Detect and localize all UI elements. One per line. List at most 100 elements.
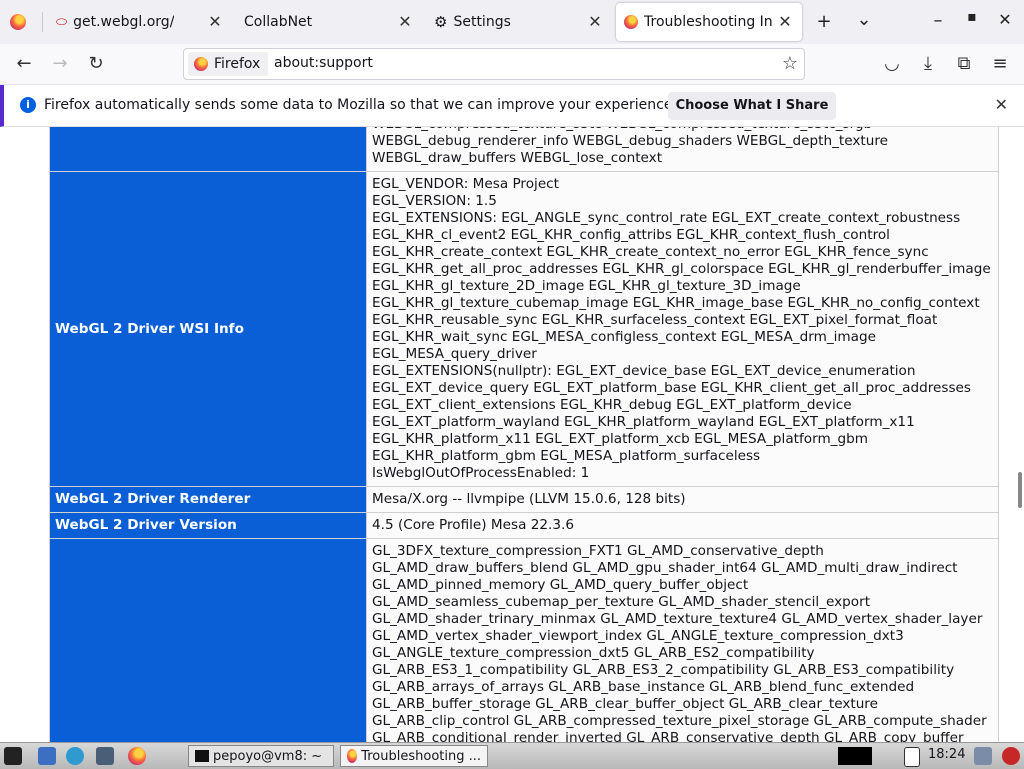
task-label: pepoyo@vm8: ~ bbox=[213, 748, 323, 764]
value-line: EGL_KHR_wait_sync EGL_MESA_configless_co… bbox=[372, 329, 876, 345]
firefox-launcher-icon[interactable] bbox=[128, 747, 146, 765]
value-line: GL_AMD_draw_buffers_blend GL_AMD_gpu_sha… bbox=[372, 560, 958, 576]
close-window-button[interactable]: ✕ bbox=[995, 10, 1015, 29]
value-line: WEBGL_debug_renderer_info WEBGL_debug_sh… bbox=[372, 133, 888, 149]
tab-label: Troubleshooting Info bbox=[644, 14, 772, 30]
row-value: 4.5 (Core Profile) Mesa 22.3.6 bbox=[366, 512, 999, 539]
tab-label: get.webgl.org/ bbox=[73, 14, 175, 30]
firefox-favicon-icon bbox=[624, 15, 638, 29]
task-label: Troubleshooting ... bbox=[361, 748, 481, 764]
value-line: GL_ARB_conditional_render_inverted GL_AR… bbox=[372, 730, 964, 742]
firefox-icon bbox=[347, 749, 358, 763]
tab-troubleshooting[interactable]: Troubleshooting Info ✕ bbox=[616, 3, 802, 41]
page-content: WEBGL_compressed_texture_s3tc WEBGL_comp… bbox=[0, 127, 1024, 742]
value-line: EGL_KHR_platform_gbm EGL_MESA_platform_s… bbox=[372, 448, 761, 464]
value-line: GL_ARB_ES3_1_compatibility GL_ARB_ES3_2_… bbox=[372, 662, 955, 678]
tab-strip: ⬭ get.webgl.org/ ✕ CollabNet ✕ ⚙ Setting… bbox=[0, 0, 1024, 44]
terminal-icon bbox=[195, 750, 209, 762]
table-row: WEBGL_compressed_texture_s3tc WEBGL_comp… bbox=[49, 127, 999, 172]
table-row: WebGL 2 Driver Renderer Mesa/X.org -- llv… bbox=[49, 486, 999, 513]
back-button[interactable]: ← bbox=[12, 52, 36, 76]
downloads-icon[interactable]: ⤓ bbox=[916, 52, 940, 76]
tray-network-icon[interactable] bbox=[974, 747, 992, 765]
value-line: GL_ARB_arrays_of_arrays GL_ARB_base_inst… bbox=[372, 679, 915, 695]
value-line: GL_AMD_seamless_cubemap_per_texture GL_A… bbox=[372, 594, 871, 610]
gear-icon: ⚙ bbox=[434, 13, 448, 31]
taskbar-firefox[interactable]: Troubleshooting ... bbox=[340, 745, 488, 767]
value-line: GL_AMD_vertex_shader_viewport_index GL_A… bbox=[372, 628, 904, 644]
value-line: EGL_EXTENSIONS(nullptr): EGL_EXT_device_… bbox=[372, 363, 916, 379]
table-row: WebGL 2 Driver Version 4.5 (Core Profile)… bbox=[49, 512, 999, 539]
menu-icon[interactable]: ≡ bbox=[988, 52, 1012, 76]
value-line: EGL_MESA_query_driver bbox=[372, 346, 537, 362]
start-menu-icon[interactable] bbox=[4, 747, 22, 765]
value-line: EGL_EXT_device_query EGL_EXT_platform_ba… bbox=[372, 380, 971, 396]
tab-separator bbox=[42, 12, 43, 32]
value-line: GL_AMD_shader_trinary_minmax GL_AMD_text… bbox=[372, 611, 983, 627]
list-all-tabs-button[interactable]: ⌄ bbox=[853, 9, 875, 30]
value-line: IsWebglOutOfProcessEnabled: 1 bbox=[372, 465, 590, 481]
value-line: EGL_EXT_client_extensions EGL_KHR_debug … bbox=[372, 397, 852, 413]
taskbar: pepoyo@vm8: ~ Troubleshooting ... 18:24 bbox=[0, 742, 1024, 769]
navigation-toolbar: ← → ↻ Firefox about:support ☆ ◡ ⤓ ⧉ ≡ bbox=[0, 44, 1024, 85]
browser-launcher-icon[interactable] bbox=[66, 747, 84, 765]
close-tab-icon[interactable]: ✕ bbox=[586, 12, 604, 31]
url-text[interactable]: about:support bbox=[274, 55, 373, 71]
info-icon: i bbox=[20, 97, 36, 113]
close-notification-icon[interactable]: ✕ bbox=[995, 95, 1008, 114]
scrollbar-thumb[interactable] bbox=[1018, 472, 1022, 508]
clock: 18:24 bbox=[928, 747, 966, 762]
value-line: EGL_KHR_get_all_proc_addresses EGL_KHR_g… bbox=[372, 261, 991, 277]
value-line: EGL_KHR_create_context EGL_KHR_create_co… bbox=[372, 244, 929, 260]
url-bar[interactable]: Firefox about:support ☆ bbox=[183, 48, 805, 80]
tray-block bbox=[838, 747, 872, 765]
tab-get-webgl[interactable]: ⬭ get.webgl.org/ ✕ bbox=[46, 3, 232, 41]
row-value: Mesa/X.org -- llvmpipe (LLVM 15.0.6, 128… bbox=[366, 486, 999, 513]
maximize-button[interactable]: ▪ bbox=[962, 9, 982, 25]
firefox-icon bbox=[194, 57, 208, 71]
row-key: WebGL 2 Driver Renderer bbox=[49, 486, 367, 513]
row-key: WebGL 2 Driver Version bbox=[49, 512, 367, 539]
firefox-icon bbox=[10, 14, 26, 30]
value-line: EGL_KHR_cl_event2 EGL_KHR_config_attribs… bbox=[372, 227, 890, 243]
firefox-view-button[interactable] bbox=[10, 3, 32, 41]
data-reporting-notification: i Firefox automatically sends some data … bbox=[0, 85, 1024, 127]
row-key bbox=[49, 538, 367, 742]
minimize-button[interactable]: – bbox=[928, 10, 948, 31]
terminal-launcher-icon[interactable] bbox=[96, 747, 114, 765]
value-line: EGL_KHR_reusable_sync EGL_KHR_surfaceles… bbox=[372, 312, 938, 328]
value-line: EGL_KHR_gl_texture_2D_image EGL_KHR_gl_t… bbox=[372, 278, 801, 294]
bookmark-star-icon[interactable]: ☆ bbox=[782, 53, 798, 74]
power-icon[interactable] bbox=[1002, 747, 1020, 765]
value-line: GL_ARB_buffer_storage GL_ARB_clear_buffe… bbox=[372, 696, 878, 712]
forward-button[interactable]: → bbox=[48, 52, 72, 76]
row-key bbox=[49, 127, 367, 172]
row-value: WEBGL_compressed_texture_s3tc WEBGL_comp… bbox=[366, 127, 999, 172]
new-tab-button[interactable]: + bbox=[813, 11, 835, 32]
identity-box[interactable]: Firefox bbox=[188, 52, 269, 76]
close-tab-icon[interactable]: ✕ bbox=[206, 12, 224, 31]
reload-button[interactable]: ↻ bbox=[84, 52, 108, 76]
extensions-icon[interactable]: ⧉ bbox=[952, 52, 976, 76]
tab-collabnet[interactable]: CollabNet ✕ bbox=[236, 3, 422, 41]
pocket-icon[interactable]: ◡ bbox=[880, 52, 904, 76]
desktop-icon[interactable] bbox=[38, 747, 56, 765]
tray-p-icon[interactable] bbox=[904, 747, 920, 767]
choose-what-i-share-button[interactable]: Choose What I Share bbox=[668, 92, 836, 120]
value-line: EGL_KHR_platform_x11 EGL_EXT_platform_xc… bbox=[372, 431, 868, 447]
row-value: EGL_VENDOR: Mesa Project EGL_VERSION: 1.5… bbox=[366, 171, 999, 487]
value-line: GL_ANGLE_texture_compression_dxt5 GL_ARB… bbox=[372, 645, 815, 661]
tab-settings[interactable]: ⚙ Settings ✕ bbox=[426, 3, 612, 41]
value-line: EGL_EXTENSIONS: EGL_ANGLE_sync_control_r… bbox=[372, 210, 961, 226]
table-row: WebGL 2 Driver WSI Info EGL_VENDOR: Mesa … bbox=[49, 171, 999, 487]
row-key: WebGL 2 Driver WSI Info bbox=[49, 171, 367, 487]
close-tab-icon[interactable]: ✕ bbox=[396, 12, 414, 31]
close-tab-icon[interactable]: ✕ bbox=[776, 12, 794, 31]
value-line: Mesa/X.org -- llvmpipe (LLVM 15.0.6, 128… bbox=[372, 491, 686, 507]
tab-label: CollabNet bbox=[244, 14, 313, 30]
taskbar-terminal[interactable]: pepoyo@vm8: ~ bbox=[188, 745, 334, 767]
value-line: GL_3DFX_texture_compression_FXT1 GL_AMD_… bbox=[372, 543, 824, 559]
value-line: 4.5 (Core Profile) Mesa 22.3.6 bbox=[372, 517, 574, 533]
webgl-favicon-icon: ⬭ bbox=[56, 14, 68, 30]
value-line: EGL_VENDOR: Mesa Project bbox=[372, 176, 559, 192]
